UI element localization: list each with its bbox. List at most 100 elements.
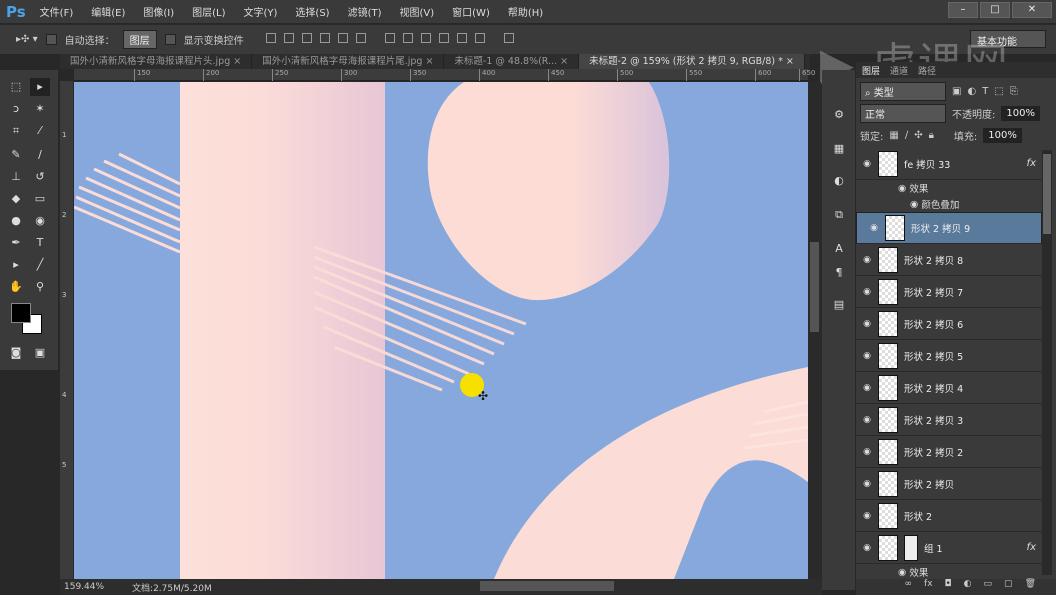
- lock-pixels-icon[interactable]: ▦: [889, 130, 898, 141]
- opacity-input[interactable]: 100%: [1001, 105, 1040, 121]
- menu-file[interactable]: 文件(F): [40, 4, 74, 19]
- dodge-tool-icon[interactable]: ◉: [30, 212, 50, 230]
- filter-smart-icon[interactable]: ⎘: [1010, 86, 1018, 97]
- tab-document-1[interactable]: 国外小清新风格字母海报课程片头.jpg ×: [60, 54, 253, 69]
- effects-row[interactable]: ◉ 效果: [856, 564, 1042, 580]
- horizontal-scroll-thumb[interactable]: [480, 581, 614, 591]
- color-overlay-row[interactable]: ◉ 颜色叠加: [856, 196, 1042, 212]
- distribute-top-icon[interactable]: [384, 33, 395, 43]
- foreground-color-swatch[interactable]: [11, 303, 31, 323]
- zoom-tool-icon[interactable]: ⚲: [30, 278, 50, 296]
- quick-mask-icon[interactable]: ◙: [6, 344, 26, 362]
- adjustment-layer-icon[interactable]: ◐: [964, 579, 972, 595]
- menu-edit[interactable]: 编辑(E): [91, 4, 125, 19]
- line-tool-icon[interactable]: ╱: [30, 256, 50, 274]
- path-select-icon[interactable]: ▸: [6, 256, 26, 274]
- layer-filter-dropdown[interactable]: ⌕ 类型: [860, 81, 946, 101]
- blend-mode-dropdown[interactable]: 正常: [860, 103, 946, 123]
- tab-document-2[interactable]: 国外小清新风格字母海报课程片尾.jpg ×: [252, 54, 445, 69]
- auto-align-icon[interactable]: [503, 33, 514, 43]
- distribute-bottom-icon[interactable]: [420, 33, 431, 43]
- filter-type-icon[interactable]: T: [982, 86, 988, 97]
- eye-icon[interactable]: ◉: [910, 199, 921, 210]
- eye-icon[interactable]: ◉: [856, 479, 878, 489]
- tab-layers[interactable]: 图层: [862, 64, 880, 77]
- align-top-icon[interactable]: [265, 33, 276, 43]
- menu-image[interactable]: 图像(I): [143, 4, 174, 19]
- history-icon[interactable]: ⚙: [830, 108, 848, 126]
- healing-brush-icon[interactable]: ✎: [6, 146, 26, 164]
- lock-image-icon[interactable]: ∕: [905, 130, 908, 141]
- eye-icon[interactable]: ◉: [856, 511, 878, 521]
- layer-row[interactable]: ◉ fe 拷贝 33 fx: [856, 148, 1042, 180]
- move-tool-icon[interactable]: ▸: [30, 78, 50, 96]
- layer-comps-icon[interactable]: ▤: [830, 298, 848, 316]
- layer-row[interactable]: ◉ 形状 2: [856, 500, 1042, 532]
- maximize-button[interactable]: □: [980, 2, 1010, 18]
- filter-pixel-icon[interactable]: ▣: [952, 86, 961, 97]
- show-transform-checkbox[interactable]: [164, 34, 176, 45]
- eye-icon[interactable]: ◉: [856, 159, 878, 169]
- delete-layer-icon[interactable]: 🗑︎: [1025, 579, 1036, 595]
- layer-row[interactable]: ◉ 组 1 fx: [856, 532, 1042, 564]
- eye-icon[interactable]: ◉: [856, 319, 878, 329]
- vertical-scrollbar[interactable]: [808, 82, 821, 579]
- brush-tool-icon[interactable]: ∕: [30, 146, 50, 164]
- distribute-hcenter-icon[interactable]: [456, 33, 467, 43]
- adjustments-icon[interactable]: ◐: [830, 174, 848, 192]
- eye-icon[interactable]: ◉: [856, 383, 878, 393]
- layer-row[interactable]: ◉ 形状 2 拷贝 8: [856, 244, 1042, 276]
- distribute-right-icon[interactable]: [474, 33, 485, 43]
- filter-adjustment-icon[interactable]: ◐: [967, 86, 976, 97]
- align-right-icon[interactable]: [355, 33, 366, 43]
- add-style-icon[interactable]: fx: [924, 579, 933, 595]
- character-icon[interactable]: A: [830, 242, 848, 260]
- layers-scroll-thumb[interactable]: [1043, 154, 1051, 234]
- type-tool-icon[interactable]: T: [30, 234, 50, 252]
- layer-row-selected[interactable]: ◉ 形状 2 拷贝 9: [856, 212, 1042, 244]
- layer-row[interactable]: ◉ 形状 2 拷贝 6: [856, 308, 1042, 340]
- move-tool-icon[interactable]: ▸✣ ▾: [16, 34, 38, 45]
- magic-wand-icon[interactable]: ✶: [30, 100, 50, 118]
- add-mask-icon[interactable]: ◘: [945, 579, 952, 595]
- eye-icon[interactable]: ◉: [856, 415, 878, 425]
- filter-shape-icon[interactable]: ⬚: [994, 86, 1003, 97]
- align-left-icon[interactable]: [319, 33, 330, 43]
- crop-tool-icon[interactable]: ⌗: [6, 122, 26, 140]
- layer-row[interactable]: ◉ 形状 2 拷贝 7: [856, 276, 1042, 308]
- vertical-scroll-thumb[interactable]: [810, 242, 819, 332]
- menu-select[interactable]: 选择(S): [295, 4, 329, 19]
- clone-stamp-icon[interactable]: ⊥: [6, 168, 26, 186]
- menu-filter[interactable]: 滤镜(T): [348, 4, 382, 19]
- fx-icon[interactable]: fx: [1027, 542, 1036, 553]
- layer-row[interactable]: ◉ 形状 2 拷贝 4: [856, 372, 1042, 404]
- screen-mode-icon[interactable]: ▣: [30, 344, 50, 362]
- gradient-icon[interactable]: ▭: [30, 190, 50, 208]
- pen-tool-icon[interactable]: ✒: [6, 234, 26, 252]
- align-bottom-icon[interactable]: [301, 33, 312, 43]
- tab-document-3[interactable]: 未标题-1 @ 48.8%(R... ×: [444, 54, 580, 69]
- tab-paths[interactable]: 路径: [918, 64, 936, 77]
- new-layer-icon[interactable]: ▢: [1004, 579, 1013, 595]
- properties-icon[interactable]: ⧉: [830, 208, 848, 226]
- layer-row[interactable]: ◉ 形状 2 拷贝 5: [856, 340, 1042, 372]
- layer-row[interactable]: ◉ 形状 2 拷贝: [856, 468, 1042, 500]
- history-brush-icon[interactable]: ↺: [30, 168, 50, 186]
- align-vcenter-icon[interactable]: [283, 33, 294, 43]
- hand-tool-icon[interactable]: ✋: [6, 278, 26, 296]
- document-canvas[interactable]: ✣: [74, 82, 808, 579]
- eye-icon[interactable]: ◉: [856, 255, 878, 265]
- eye-icon[interactable]: ◉: [863, 223, 885, 233]
- swatches-icon[interactable]: ▦: [830, 142, 848, 160]
- tab-channels[interactable]: 通道: [890, 64, 908, 77]
- eye-icon[interactable]: ◉: [856, 447, 878, 457]
- link-layers-icon[interactable]: ∞: [905, 579, 913, 595]
- menu-layer[interactable]: 图层(L): [192, 4, 225, 19]
- lock-position-icon[interactable]: ✣: [914, 130, 922, 141]
- eyedropper-icon[interactable]: ⁄: [30, 122, 50, 140]
- lasso-tool-icon[interactable]: ↄ: [6, 100, 26, 118]
- fill-input[interactable]: 100%: [983, 127, 1022, 143]
- eye-icon[interactable]: ◉: [856, 287, 878, 297]
- auto-select-checkbox[interactable]: [45, 34, 57, 45]
- eye-icon[interactable]: ◉: [856, 351, 878, 361]
